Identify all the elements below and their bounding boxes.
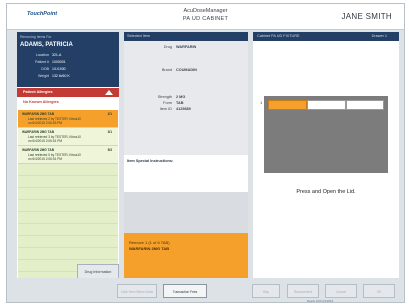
detail-value: 4125689: [176, 107, 191, 111]
field-label: Location: [35, 53, 49, 57]
item-name: WARFARIN 2MG TAB: [22, 130, 54, 134]
instructions-area: [124, 192, 248, 233]
field-label: Weight: [38, 74, 49, 78]
cabinet-panel: Cabinet PA UD FIXTURE Drawer 1 1 Press a…: [253, 32, 399, 282]
list-item[interactable]: WARFARIN 2MG TAB 3/1 Last retrieved 3 by…: [18, 128, 118, 146]
empty-row: [18, 212, 118, 224]
warning-triangle-icon: [105, 90, 113, 95]
action-bar: Click Here When Done Transaction Fees Sk…: [7, 278, 404, 302]
drawer-pocket: [307, 100, 346, 110]
detail-value: WARFARIN: [176, 45, 197, 49]
lid-instruction: Press and Open the Lid.: [296, 189, 356, 195]
patient-card: Removing Items For ADAMS, PATRICIA Locat…: [17, 32, 119, 87]
remove-quantity: Remove 1 (1 of 6 TAB): [129, 240, 170, 245]
detail-value: COUMADIN: [176, 68, 197, 72]
app-window: TouchPoint AcuDoseManager PA UD CABINET …: [6, 3, 405, 303]
detail-label: Form: [163, 101, 172, 105]
item-name: WARFARIN 2MG TAB: [22, 112, 54, 116]
detail-value: TAB: [176, 101, 184, 105]
cancel-button[interactable]: Cancel: [325, 284, 357, 298]
patient-name: ADAMS, PATRICIA: [20, 42, 73, 48]
done-button[interactable]: Click Here When Done: [117, 284, 157, 298]
no-allergies-text: No Known Allergies: [23, 100, 59, 104]
drawer-pocket: [346, 100, 384, 110]
selected-header: Selected Item: [124, 32, 248, 41]
transaction-fees-button[interactable]: Transaction Fees: [163, 284, 207, 298]
field-value: 321-A: [52, 53, 62, 57]
detail-label: Item ID: [159, 107, 172, 111]
field-label: Patient #: [35, 60, 49, 64]
item-name: WARFARIN 2MG TAB: [22, 148, 54, 152]
item-details: Drug WARFARIN Brand COUMADIN Strength 2 …: [124, 41, 248, 155]
remove-instruction: Remove 1 (1 of 6 TAB) WARFARIN 2MG TAB: [124, 233, 248, 282]
cabinet-header: Cabinet PA UD FIXTURE Drawer 1: [253, 32, 399, 41]
empty-row: [18, 164, 118, 176]
remove-drug: WARFARIN 2MG TAB: [129, 246, 170, 251]
item-count: 2/1: [107, 112, 112, 116]
item-count: 5/3: [107, 148, 112, 152]
drawer-pocket-active: [268, 100, 307, 110]
empty-row: [18, 188, 118, 200]
top-bar: TouchPoint AcuDoseManager PA UD CABINET …: [7, 4, 404, 30]
recommend-button[interactable]: Recommend: [287, 284, 319, 298]
empty-row: [18, 236, 118, 248]
row-marker: 1: [260, 100, 263, 105]
field-value: 132 lb/60 K: [52, 74, 70, 78]
detail-label: Brand: [161, 68, 172, 72]
item-count: 3/1: [107, 130, 112, 134]
item-detail: on 6/4/2015 2:06:53 PM: [28, 121, 63, 125]
selected-header-label: Selected Item: [127, 34, 151, 38]
field-value: 1000001: [52, 60, 66, 64]
detail-label: Strength: [157, 95, 172, 99]
cabinet-title: Cabinet PA UD FIXTURE: [257, 34, 300, 38]
field-value: 1/1/1930: [52, 67, 66, 71]
detail-value: 2 MG: [176, 95, 186, 99]
empty-row: [18, 248, 118, 260]
drawer-label: Drawer 1: [371, 34, 387, 38]
allergy-label: Patient Allergies: [23, 90, 53, 94]
status-bar: Ready ANS 6/4/2015: [307, 299, 334, 303]
user-name[interactable]: JANE SMITH: [341, 12, 392, 21]
allergy-toggle[interactable]: Patient Allergies: [17, 88, 119, 97]
detail-label: Drug: [163, 45, 172, 49]
field-label: DOB: [41, 67, 49, 71]
skip-button[interactable]: Skip: [252, 284, 280, 298]
drawer-diagram: [264, 96, 388, 173]
empty-row: [18, 176, 118, 188]
item-detail: on 6/4/2015 2:06:51 PM: [28, 139, 63, 143]
empty-row: [18, 200, 118, 212]
list-item[interactable]: WARFARIN 2MG TAB 2/1 Last retrieved 2 by…: [18, 110, 118, 128]
empty-row: [18, 224, 118, 236]
patient-header: Removing Items For: [20, 35, 52, 39]
item-detail: on 6/4/2015 2:06:51 PM: [28, 157, 63, 161]
list-item[interactable]: WARFARIN 2MG TAB 5/3 Last retrieved 5 by…: [18, 146, 118, 164]
selected-item-panel: Selected Item Drug WARFARIN Brand COUMAD…: [124, 32, 248, 282]
ok-button[interactable]: OK: [363, 284, 395, 298]
special-instructions-label: Item Special Instructions:: [127, 159, 174, 163]
left-panel: Removing Items For ADAMS, PATRICIA Locat…: [17, 32, 119, 284]
item-list: WARFARIN 2MG TAB 2/1 Last retrieved 2 by…: [18, 110, 118, 284]
